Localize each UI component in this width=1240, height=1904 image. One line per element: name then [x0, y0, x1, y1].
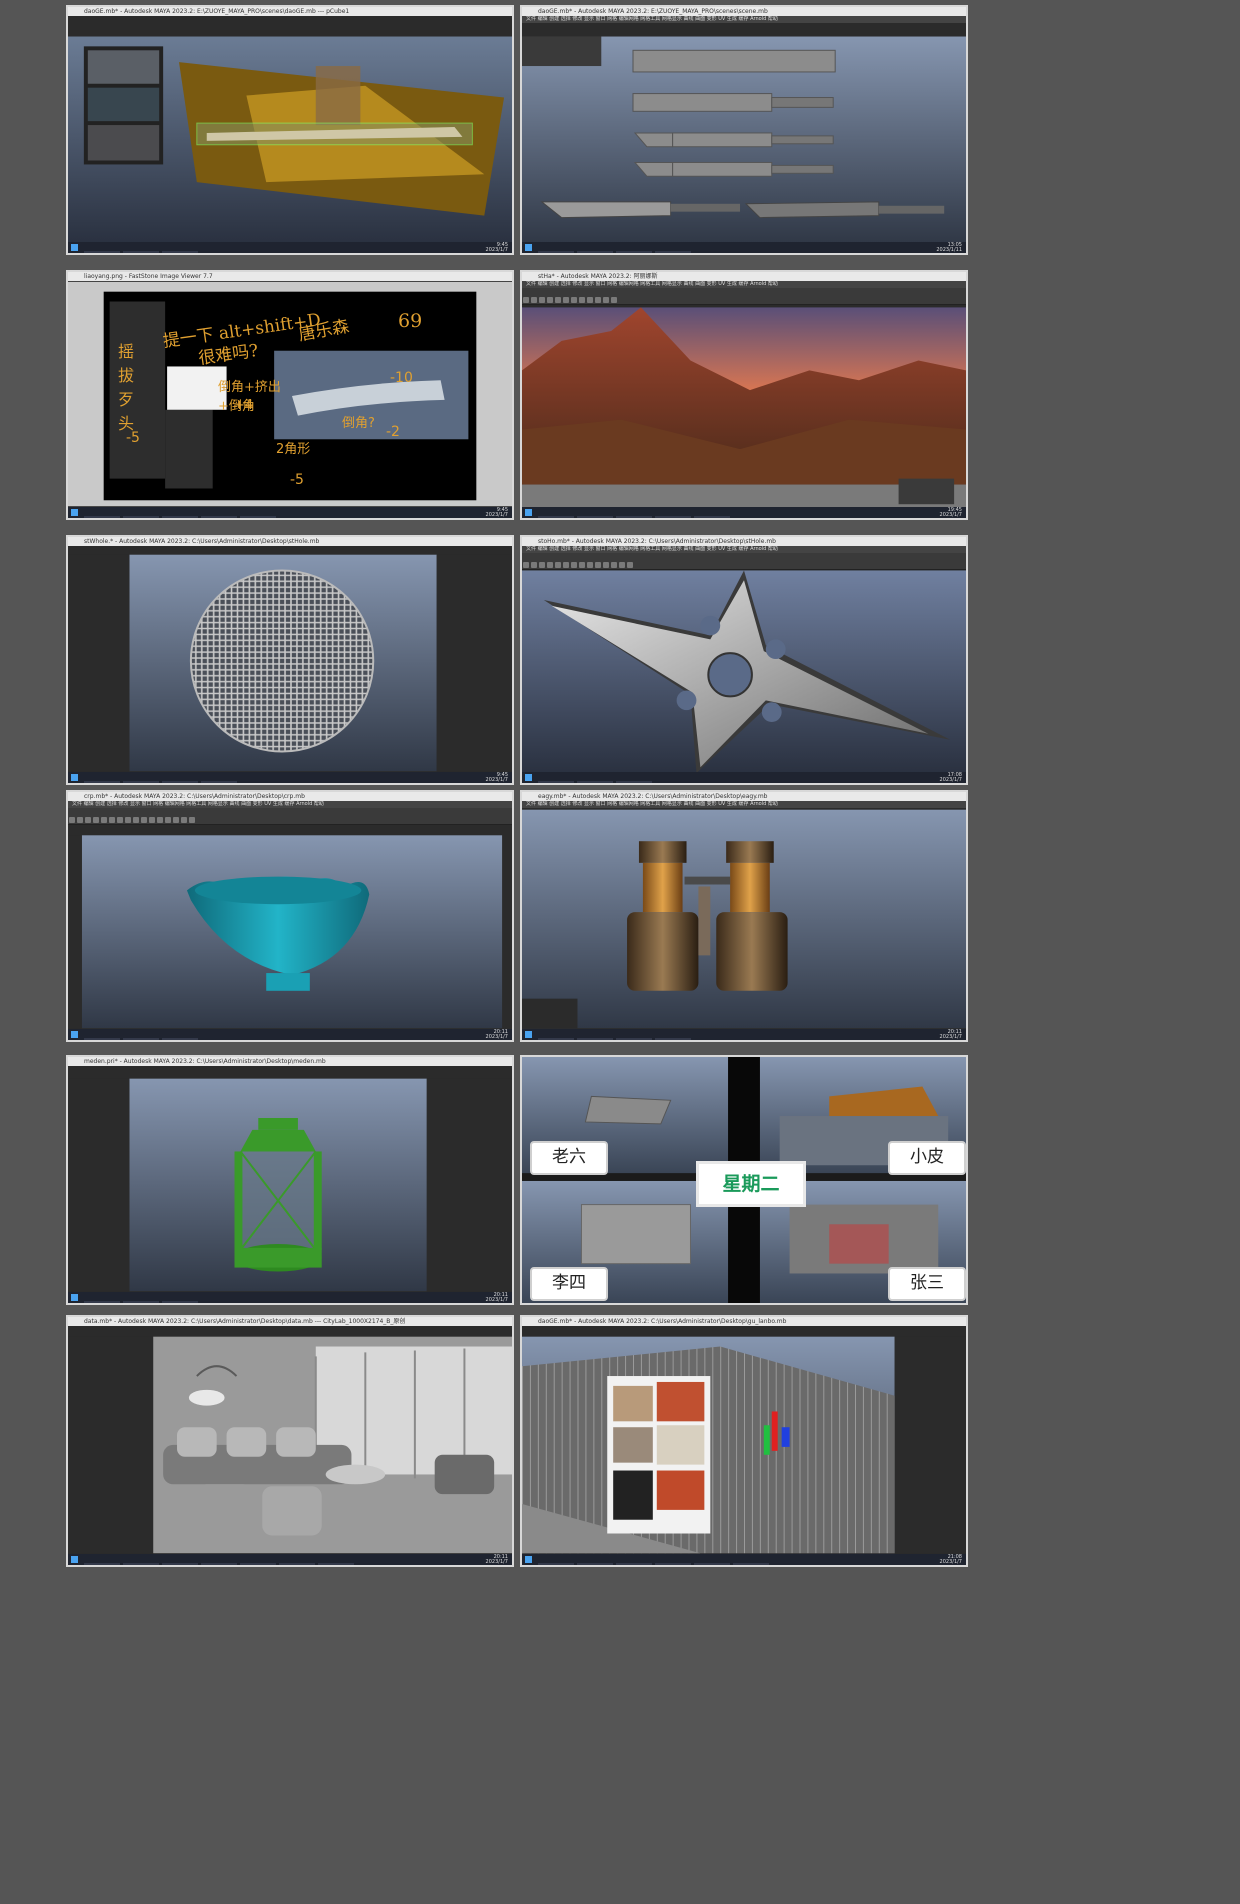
taskbar: 20:11 2023/1/7 [68, 1292, 512, 1303]
taskbar-date: 2023/1/7 [939, 777, 962, 783]
windows-start-icon[interactable] [525, 509, 532, 516]
screenshot-roof-tiles: daoGE.mb* - Autodesk MAYA 2023.2: C:\Use… [520, 1315, 968, 1567]
windows-start-icon[interactable] [525, 244, 532, 251]
taskbar: 20:11 2023/1/7 [68, 1029, 512, 1040]
viewport-sword-modeling[interactable] [522, 7, 966, 253]
viewport-sword-reference[interactable] [68, 7, 512, 253]
screenshot-sword-modeling: daoGE.mb* - Autodesk MAYA 2023.2: E:\ZUO… [520, 5, 968, 255]
window-title: daoGE.mb* - Autodesk MAYA 2023.2: C:\Use… [522, 1317, 966, 1326]
window-title: daoGE.mb* - Autodesk MAYA 2023.2: E:\ZUO… [522, 7, 966, 16]
menu-bar[interactable]: 文件 编辑 创建 选择 修改 显示 窗口 网格 编辑网格 网格工具 网格显示 曲… [522, 16, 966, 23]
taskbar: 17:08 2023/1/7 [522, 772, 966, 783]
windows-start-icon[interactable] [71, 1031, 78, 1038]
window-title: daoGE.mb* - Autodesk MAYA 2023.2: E:\ZUO… [68, 7, 512, 16]
annotation-bevel-question: 倒角? [342, 416, 375, 431]
taskbar: 21:08 2023/1/7 [522, 1554, 966, 1565]
taskbar-date: 2023/1/7 [939, 1034, 962, 1040]
taskbar-date: 2023/1/7 [485, 1559, 508, 1565]
taskbar-date: 2023/1/11 [936, 247, 962, 253]
windows-start-icon[interactable] [525, 774, 532, 781]
annotation-score: 69 [398, 310, 423, 332]
taskbar-date: 2023/1/7 [939, 1559, 962, 1565]
window-title: crp.mb* - Autodesk MAYA 2023.2: C:\Users… [68, 792, 512, 801]
weekday-badge: 星期二 [696, 1161, 806, 1207]
shelf-toolbar[interactable] [522, 553, 966, 570]
window-title: stHa* - Autodesk MAYA 2023.2: 阿丽娜斯 [522, 272, 966, 281]
screenshot-terrain: stHa* - Autodesk MAYA 2023.2: 阿丽娜斯 文件 编辑… [520, 270, 968, 520]
taskbar-date: 2023/1/7 [485, 247, 508, 253]
taskbar-date: 2023/1/7 [485, 1297, 508, 1303]
window-title: meden.pri* - Autodesk MAYA 2023.2: C:\Us… [68, 1057, 512, 1066]
windows-start-icon[interactable] [71, 509, 78, 516]
windows-start-icon[interactable] [71, 774, 78, 781]
taskbar-date: 2023/1/7 [939, 512, 962, 518]
windows-start-icon[interactable] [71, 1294, 78, 1301]
taskbar: 20:11 2023/1/7 [68, 1554, 512, 1565]
screenshot-shuriken: stoHo.mb* - Autodesk MAYA 2023.2: C:\Use… [520, 535, 968, 785]
taskbar: 9:45 2023/1/7 [68, 772, 512, 783]
taskbar: 20:11 2023/1/7 [522, 1029, 966, 1040]
screenshot-sword-reference: daoGE.mb* - Autodesk MAYA 2023.2: E:\ZUO… [66, 5, 514, 255]
menu-bar[interactable]: 文件 编辑 创建 选择 修改 显示 窗口 网格 编辑网格 网格工具 网格显示 曲… [522, 801, 966, 808]
screenshot-handwritten-feedback: liaoyang.png - FastStone Image Viewer 7.… [66, 270, 514, 520]
screenshot-living-room: data.mb* - Autodesk MAYA 2023.2: C:\User… [66, 1315, 514, 1567]
taskbar: 19:45 2023/1/7 [522, 507, 966, 518]
viewport-roof-tiles[interactable] [522, 1317, 966, 1565]
taskbar-date: 2023/1/7 [485, 777, 508, 783]
annotation-bevel-extrude: 倒角+挤出 +倒角 [218, 380, 281, 414]
menu-bar[interactable]: 文件 编辑 创建 选择 修改 显示 窗口 网格 编辑网格 网格工具 网格显示 曲… [522, 546, 966, 553]
screenshot-lattice-window: stWhole.* - Autodesk MAYA 2023.2: C:\Use… [66, 535, 514, 785]
windows-start-icon[interactable] [525, 1031, 532, 1038]
viewport-living-room[interactable] [68, 1317, 512, 1565]
taskbar: 13:05 2023/1/11 [522, 242, 966, 253]
annotation-minus-five: -5 [290, 472, 304, 488]
menu-bar[interactable]: 文件 编辑 创建 选择 修改 显示 窗口 网格 编辑网格 网格工具 网格显示 曲… [68, 801, 512, 808]
viewport-terrain[interactable] [522, 272, 966, 518]
team-label-lisi: 李四 [530, 1267, 608, 1301]
menu-bar[interactable]: 文件 编辑 创建 选择 修改 显示 窗口 网格 编辑网格 网格工具 网格显示 曲… [522, 281, 966, 288]
screenshot-collage: daoGE.mb* - Autodesk MAYA 2023.2: E:\ZUO… [6, 0, 1234, 1904]
viewport-shuriken[interactable] [522, 537, 966, 783]
annotation-minus-two: -2 [386, 424, 400, 440]
annotation-minus-ten: -10 [390, 370, 413, 386]
screenshot-team-collage: 老六 小皮 李四 张三 星期二 [520, 1055, 968, 1305]
annotation-left-column: 摇 拔 歹 头 [118, 342, 135, 433]
annotation-minus-five-left: -5 [126, 430, 140, 446]
screenshot-lantern: meden.pri* - Autodesk MAYA 2023.2: C:\Us… [66, 1055, 514, 1305]
viewport-lattice[interactable] [68, 537, 512, 783]
taskbar-date: 2023/1/7 [485, 512, 508, 518]
annotation-edge-count: 2角形 [276, 442, 311, 457]
team-label-laoliu: 老六 [530, 1141, 608, 1175]
windows-start-icon[interactable] [71, 1556, 78, 1563]
team-label-zhangsan: 张三 [888, 1267, 966, 1301]
windows-start-icon[interactable] [71, 244, 78, 251]
window-title: stoHo.mb* - Autodesk MAYA 2023.2: C:\Use… [522, 537, 966, 546]
window-title: stWhole.* - Autodesk MAYA 2023.2: C:\Use… [68, 537, 512, 546]
window-title: liaoyang.png - FastStone Image Viewer 7.… [68, 272, 512, 281]
team-label-xiaopi: 小皮 [888, 1141, 966, 1175]
screenshot-bowl: crp.mb* - Autodesk MAYA 2023.2: C:\Users… [66, 790, 514, 1042]
shelf-toolbar[interactable] [522, 288, 966, 305]
taskbar: 9:45 2023/1/7 [68, 242, 512, 253]
screenshot-binoculars: eagy.mb* - Autodesk MAYA 2023.2: C:\User… [520, 790, 968, 1042]
window-title: eagy.mb* - Autodesk MAYA 2023.2: C:\User… [522, 792, 966, 801]
shelf-toolbar[interactable] [68, 808, 512, 825]
viewport-binoculars[interactable] [522, 792, 966, 1040]
taskbar-date: 2023/1/7 [485, 1034, 508, 1040]
viewport-bowl[interactable] [68, 792, 512, 1040]
window-title: data.mb* - Autodesk MAYA 2023.2: C:\User… [68, 1317, 512, 1326]
windows-start-icon[interactable] [525, 1556, 532, 1563]
viewport-lantern[interactable] [68, 1057, 512, 1303]
annotation-plus-four: +4 [234, 398, 254, 413]
taskbar: 9:45 2023/1/7 [68, 507, 512, 518]
